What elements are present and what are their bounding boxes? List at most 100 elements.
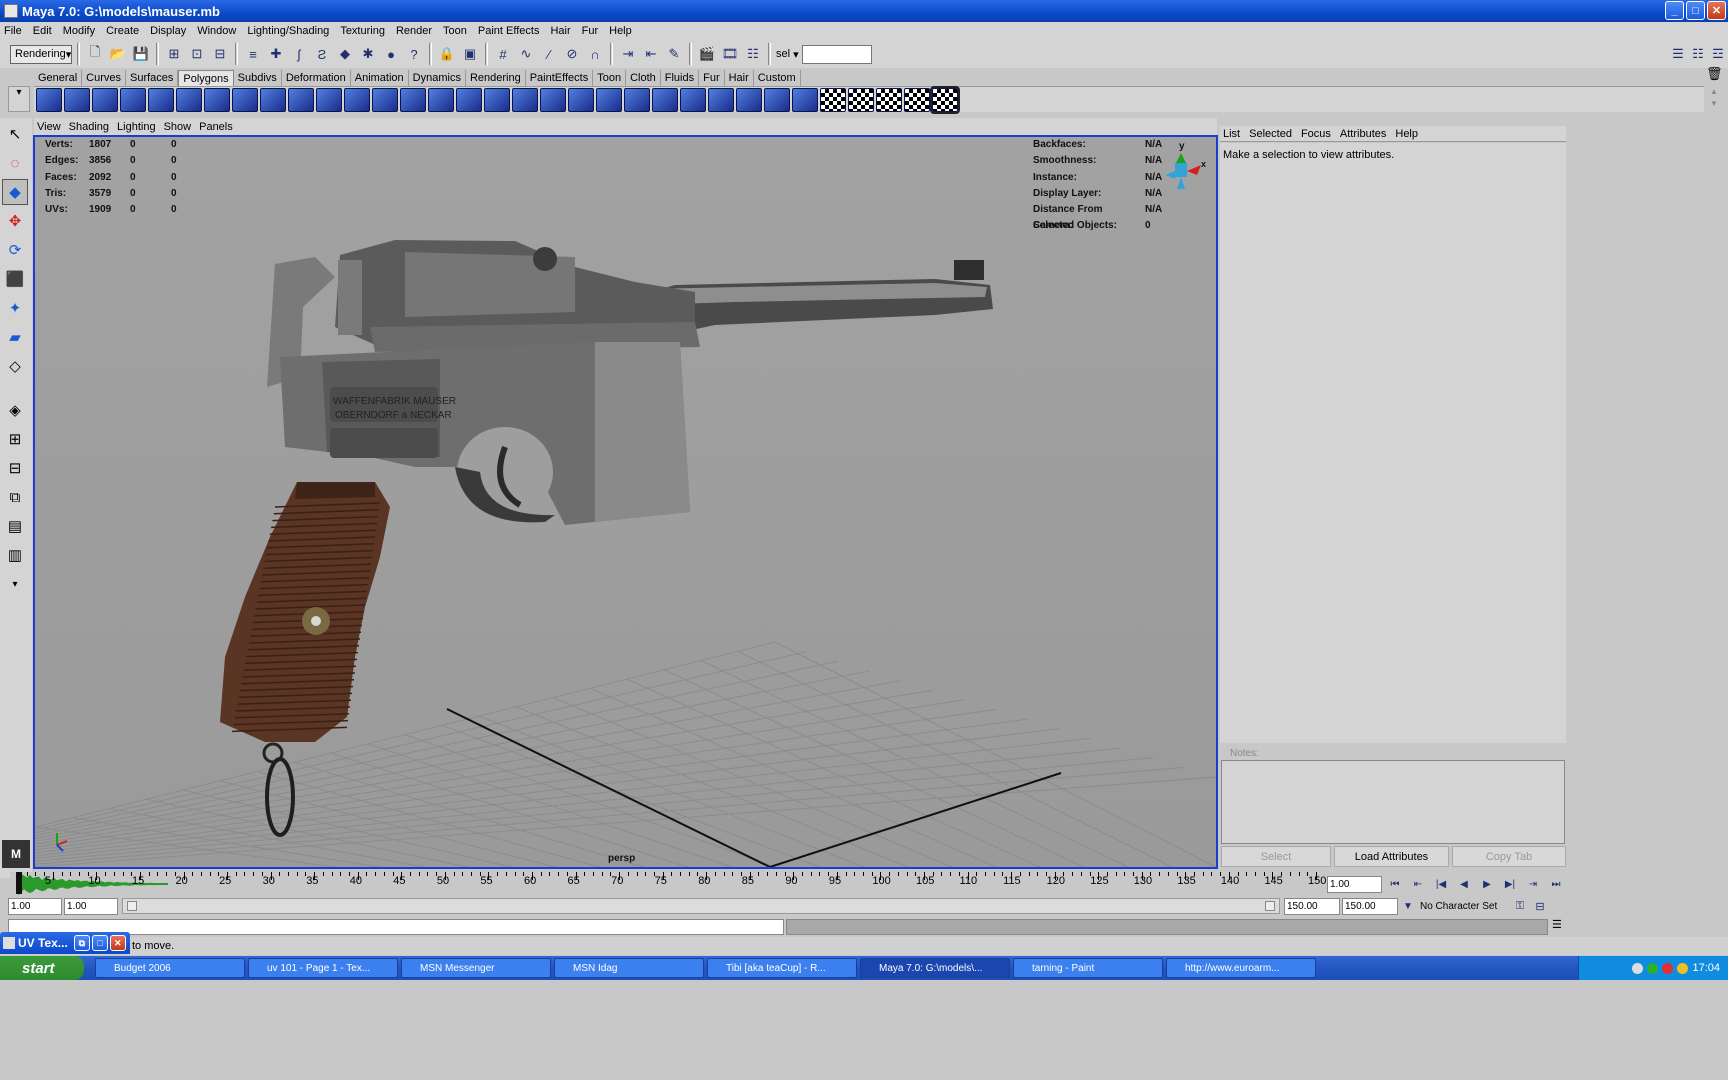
move-tool-icon[interactable]: ✥ (2, 208, 28, 234)
shelf-tab-fluids[interactable]: Fluids (661, 70, 700, 86)
select-tool-icon[interactable]: ↖ (2, 121, 28, 147)
smooth-proxy-icon[interactable] (400, 87, 426, 112)
menu-render[interactable]: Render (396, 25, 432, 37)
perspective-viewport[interactable]: WAFFENFABRIK MAUSER OBERNDORF a NECKAR y… (33, 135, 1218, 869)
poly-cone-icon[interactable] (120, 87, 146, 112)
soft-modification-icon[interactable]: ▰ (2, 324, 28, 350)
go-to-end-icon[interactable]: ⏭ (1546, 874, 1566, 894)
taskbar-item-tibi-aka-teacup-r[interactable]: Tibi [aka teaCup] - R... (707, 958, 857, 978)
menu-hair[interactable]: Hair (550, 25, 570, 37)
merge-vertices-icon[interactable] (652, 87, 678, 112)
go-to-start-icon[interactable]: ⏮ (1385, 874, 1405, 894)
select-by-dynamic-icon[interactable]: ✱ (358, 44, 378, 64)
close-button[interactable]: ✕ (1707, 1, 1726, 20)
playback-start-field[interactable]: 1.00 (64, 897, 118, 915)
menu-create[interactable]: Create (106, 25, 139, 37)
step-forward-key-icon[interactable]: ⇥ (1523, 874, 1543, 894)
step-back-frame-icon[interactable]: |◀ (1431, 874, 1451, 894)
layout-dropdown-icon[interactable]: ▾ (2, 571, 28, 597)
antivirus-icon[interactable] (1662, 962, 1674, 974)
taskbar-item-budget-2006[interactable]: Budget 2006 (95, 958, 245, 978)
shelf-tab-custom[interactable]: Custom (754, 70, 801, 86)
select-object-icon[interactable]: ⊡ (187, 44, 207, 64)
auto-key-icon[interactable]: ⚿ (1510, 896, 1530, 916)
ae-menu-list[interactable]: List (1223, 128, 1240, 140)
shelf-tab-hair[interactable]: Hair (725, 70, 754, 86)
quadrangulate-icon[interactable] (764, 87, 790, 112)
menu-texturing[interactable]: Texturing (340, 25, 385, 37)
shelf-tab-subdivs[interactable]: Subdivs (234, 70, 282, 86)
load-attributes-button[interactable]: Load Attributes (1334, 846, 1449, 867)
shelf-tab-rendering[interactable]: Rendering (466, 70, 526, 86)
notes-field[interactable] (1221, 760, 1565, 844)
maximize-button[interactable]: □ (1686, 1, 1705, 20)
poly-helix-icon[interactable] (260, 87, 286, 112)
uv-texture-editor-minimized[interactable]: UV Tex... ⧉ □ ✕ (0, 932, 130, 954)
panel-menu-shading[interactable]: Shading (69, 121, 109, 133)
single-perspective-layout-icon[interactable]: ◈ (2, 397, 28, 423)
menu-window[interactable]: Window (197, 25, 236, 37)
menu-set-dropdown[interactable]: Rendering ▾ (10, 44, 72, 64)
bevel-icon[interactable] (512, 87, 538, 112)
select-by-misc-icon[interactable]: ? (404, 44, 424, 64)
copy-tab-button[interactable]: Copy Tab (1452, 846, 1566, 867)
panel-menu-view[interactable]: View (37, 121, 61, 133)
animation-prefs-icon[interactable]: ⊟ (1530, 896, 1550, 916)
boolean-union-icon[interactable] (372, 87, 398, 112)
panel-menu-panels[interactable]: Panels (199, 121, 233, 133)
wedge-faces-icon[interactable] (540, 87, 566, 112)
select-by-deform-icon[interactable]: ◆ (335, 44, 355, 64)
select-by-handle-icon[interactable]: ≡ (243, 44, 263, 64)
channel-box-toggle-icon[interactable]: ☰ (1668, 44, 1688, 64)
network-icon[interactable] (1632, 962, 1644, 974)
maximize-button[interactable]: □ (91, 935, 108, 951)
new-scene-icon[interactable]: 🗋 (85, 44, 105, 64)
render-frame-icon[interactable]: 🎬 (697, 44, 717, 64)
restore-button[interactable]: ⧉ (73, 935, 90, 951)
render-globals-icon[interactable]: ☷ (743, 44, 763, 64)
ae-menu-focus[interactable]: Focus (1301, 128, 1331, 140)
highlight-selection-icon[interactable]: ▣ (460, 44, 480, 64)
four-view-layout-icon[interactable]: ⊞ (2, 426, 28, 452)
uv-checker-icon[interactable] (820, 87, 846, 112)
msn-icon[interactable] (1647, 962, 1659, 974)
hypershade-layout-icon[interactable]: ▤ (2, 513, 28, 539)
select-by-surface-icon[interactable]: Ƨ (312, 44, 332, 64)
poly-torus-icon[interactable] (176, 87, 202, 112)
poly-plane-icon[interactable] (148, 87, 174, 112)
subdivide-icon[interactable] (680, 87, 706, 112)
shelf-tab-animation[interactable]: Animation (351, 70, 409, 86)
cut-faces-icon[interactable] (568, 87, 594, 112)
select-by-joint-icon[interactable]: ✚ (266, 44, 286, 64)
close-button[interactable]: ✕ (109, 935, 126, 951)
paint-select-tool-icon[interactable]: ◆ (2, 179, 28, 205)
shelf-menu-button[interactable]: ▾ (8, 86, 30, 112)
animation-end-field[interactable]: 150.00 (1342, 897, 1398, 915)
smooth-icon[interactable] (708, 87, 734, 112)
poly-prism-icon[interactable] (204, 87, 230, 112)
play-forwards-icon[interactable]: ▶ (1477, 874, 1497, 894)
tool-settings-toggle-icon[interactable]: ☲ (1708, 44, 1728, 64)
shelf-tab-surfaces[interactable]: Surfaces (126, 70, 179, 86)
append-polygon-icon[interactable] (624, 87, 650, 112)
snap-grid-icon[interactable]: # (493, 44, 513, 64)
select-by-curve-icon[interactable]: ʃ (289, 44, 309, 64)
range-slider[interactable] (122, 898, 1280, 914)
ae-menu-help[interactable]: Help (1395, 128, 1418, 140)
play-backwards-icon[interactable]: ◀ (1454, 874, 1474, 894)
attribute-editor-toggle-icon[interactable]: ☷ (1688, 44, 1708, 64)
automatic-mapping-icon[interactable] (904, 87, 930, 112)
taskbar-item-tarning-paint[interactable]: tarning - Paint (1013, 958, 1163, 978)
poly-sphere-icon[interactable] (36, 87, 62, 112)
taskbar-item-uv-101-page-1-tex[interactable]: uv 101 - Page 1 - Tex... (248, 958, 398, 978)
menu-display[interactable]: Display (150, 25, 186, 37)
step-back-key-icon[interactable]: ⇤ (1408, 874, 1428, 894)
volume-icon[interactable] (1677, 962, 1689, 974)
menu-toon[interactable]: Toon (443, 25, 467, 37)
menu-help[interactable]: Help (609, 25, 632, 37)
trash-icon[interactable]: 🗑 (1706, 66, 1723, 82)
snap-point-icon[interactable]: ⁄ (539, 44, 559, 64)
select-hierarchy-icon[interactable]: ⊞ (164, 44, 184, 64)
persp-graph-layout-icon[interactable]: ⧉ (2, 484, 28, 510)
snap-view-plane-icon[interactable]: ⊘ (562, 44, 582, 64)
